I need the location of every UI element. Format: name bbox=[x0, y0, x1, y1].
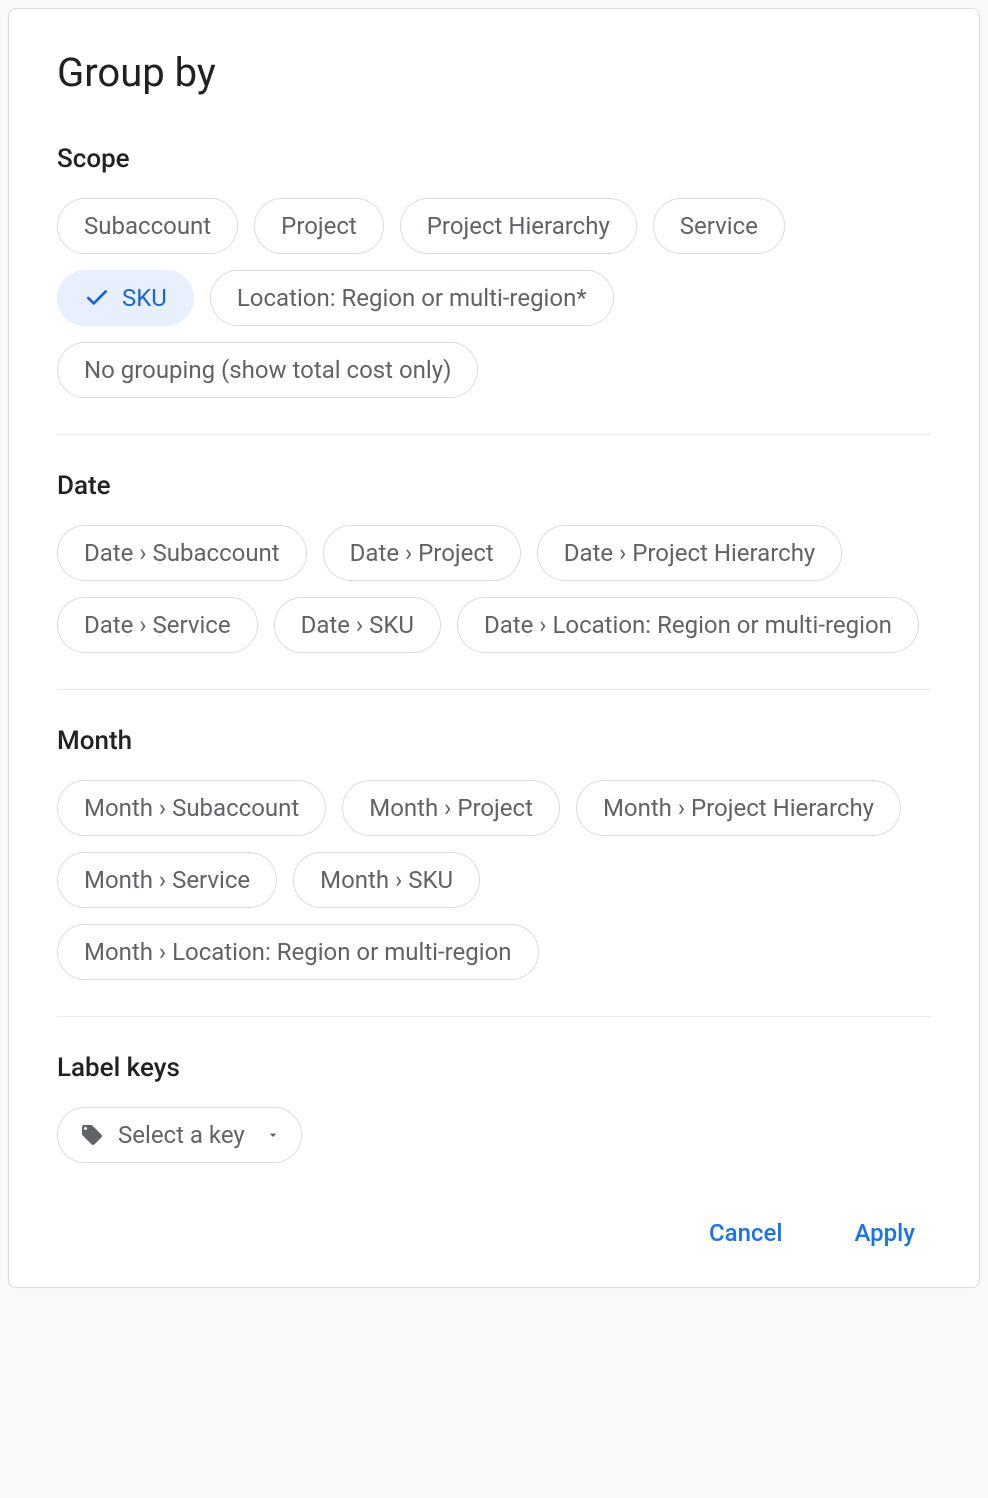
chip-label: Month › Project bbox=[369, 794, 533, 822]
chip-no-grouping[interactable]: No grouping (show total cost only) bbox=[57, 342, 478, 398]
chip-date-sku[interactable]: Date › SKU bbox=[274, 597, 441, 653]
chip-month-project[interactable]: Month › Project bbox=[342, 780, 560, 836]
chip-sku[interactable]: SKU bbox=[57, 270, 194, 326]
chip-label: Service bbox=[680, 212, 758, 240]
chip-label: Month › Subaccount bbox=[84, 794, 299, 822]
select-key-dropdown[interactable]: Select a key bbox=[57, 1107, 302, 1163]
cancel-button[interactable]: Cancel bbox=[705, 1211, 786, 1255]
check-icon bbox=[84, 285, 110, 311]
chip-month-sku[interactable]: Month › SKU bbox=[293, 852, 480, 908]
month-header: Month bbox=[57, 726, 931, 756]
group-by-dialog: Group by Scope Subaccount Project Projec… bbox=[8, 8, 980, 1288]
scope-section: Scope Subaccount Project Project Hierarc… bbox=[57, 144, 931, 398]
label-keys-header: Label keys bbox=[57, 1053, 931, 1083]
date-chip-container: Date › Subaccount Date › Project Date › … bbox=[57, 525, 931, 653]
chip-month-subaccount[interactable]: Month › Subaccount bbox=[57, 780, 326, 836]
chip-project-hierarchy[interactable]: Project Hierarchy bbox=[400, 198, 637, 254]
chip-label: Project bbox=[281, 212, 357, 240]
chip-label: Subaccount bbox=[84, 212, 211, 240]
chip-label: Month › Service bbox=[84, 866, 250, 894]
chip-label: Date › Location: Region or multi-region bbox=[484, 611, 892, 639]
chip-project[interactable]: Project bbox=[254, 198, 384, 254]
chip-label: Date › Project bbox=[350, 539, 494, 567]
chip-subaccount[interactable]: Subaccount bbox=[57, 198, 238, 254]
apply-button[interactable]: Apply bbox=[850, 1211, 919, 1255]
date-header: Date bbox=[57, 471, 931, 501]
scope-chip-container: Subaccount Project Project Hierarchy Ser… bbox=[57, 198, 931, 398]
date-section: Date Date › Subaccount Date › Project Da… bbox=[57, 471, 931, 653]
chip-label: Date › SKU bbox=[301, 611, 414, 639]
month-chip-container: Month › Subaccount Month › Project Month… bbox=[57, 780, 931, 980]
tag-icon bbox=[80, 1123, 104, 1147]
select-key-label: Select a key bbox=[118, 1121, 245, 1149]
chip-location[interactable]: Location: Region or multi-region* bbox=[210, 270, 614, 326]
chip-label: Date › Project Hierarchy bbox=[564, 539, 816, 567]
chip-date-project[interactable]: Date › Project bbox=[323, 525, 521, 581]
chip-label: SKU bbox=[122, 284, 167, 312]
month-section: Month Month › Subaccount Month › Project… bbox=[57, 726, 931, 980]
chip-label: Date › Subaccount bbox=[84, 539, 280, 567]
chip-label: Month › Location: Region or multi-region bbox=[84, 938, 512, 966]
chip-date-subaccount[interactable]: Date › Subaccount bbox=[57, 525, 307, 581]
chip-label: Date › Service bbox=[84, 611, 231, 639]
chip-service[interactable]: Service bbox=[653, 198, 785, 254]
divider bbox=[57, 1016, 931, 1017]
chip-date-service[interactable]: Date › Service bbox=[57, 597, 258, 653]
chevron-down-icon bbox=[265, 1127, 281, 1143]
label-keys-section: Label keys Select a key bbox=[57, 1053, 931, 1163]
chip-label: Project Hierarchy bbox=[427, 212, 610, 240]
divider bbox=[57, 689, 931, 690]
chip-month-project-hierarchy[interactable]: Month › Project Hierarchy bbox=[576, 780, 901, 836]
chip-month-location[interactable]: Month › Location: Region or multi-region bbox=[57, 924, 539, 980]
divider bbox=[57, 434, 931, 435]
chip-label: Month › Project Hierarchy bbox=[603, 794, 874, 822]
dialog-actions: Cancel Apply bbox=[57, 1211, 931, 1255]
chip-month-service[interactable]: Month › Service bbox=[57, 852, 277, 908]
chip-label: Location: Region or multi-region* bbox=[237, 284, 587, 312]
scope-header: Scope bbox=[57, 144, 931, 174]
chip-date-location[interactable]: Date › Location: Region or multi-region bbox=[457, 597, 919, 653]
chip-date-project-hierarchy[interactable]: Date › Project Hierarchy bbox=[537, 525, 843, 581]
dialog-title: Group by bbox=[57, 49, 931, 96]
chip-label: No grouping (show total cost only) bbox=[84, 356, 451, 384]
chip-label: Month › SKU bbox=[320, 866, 453, 894]
